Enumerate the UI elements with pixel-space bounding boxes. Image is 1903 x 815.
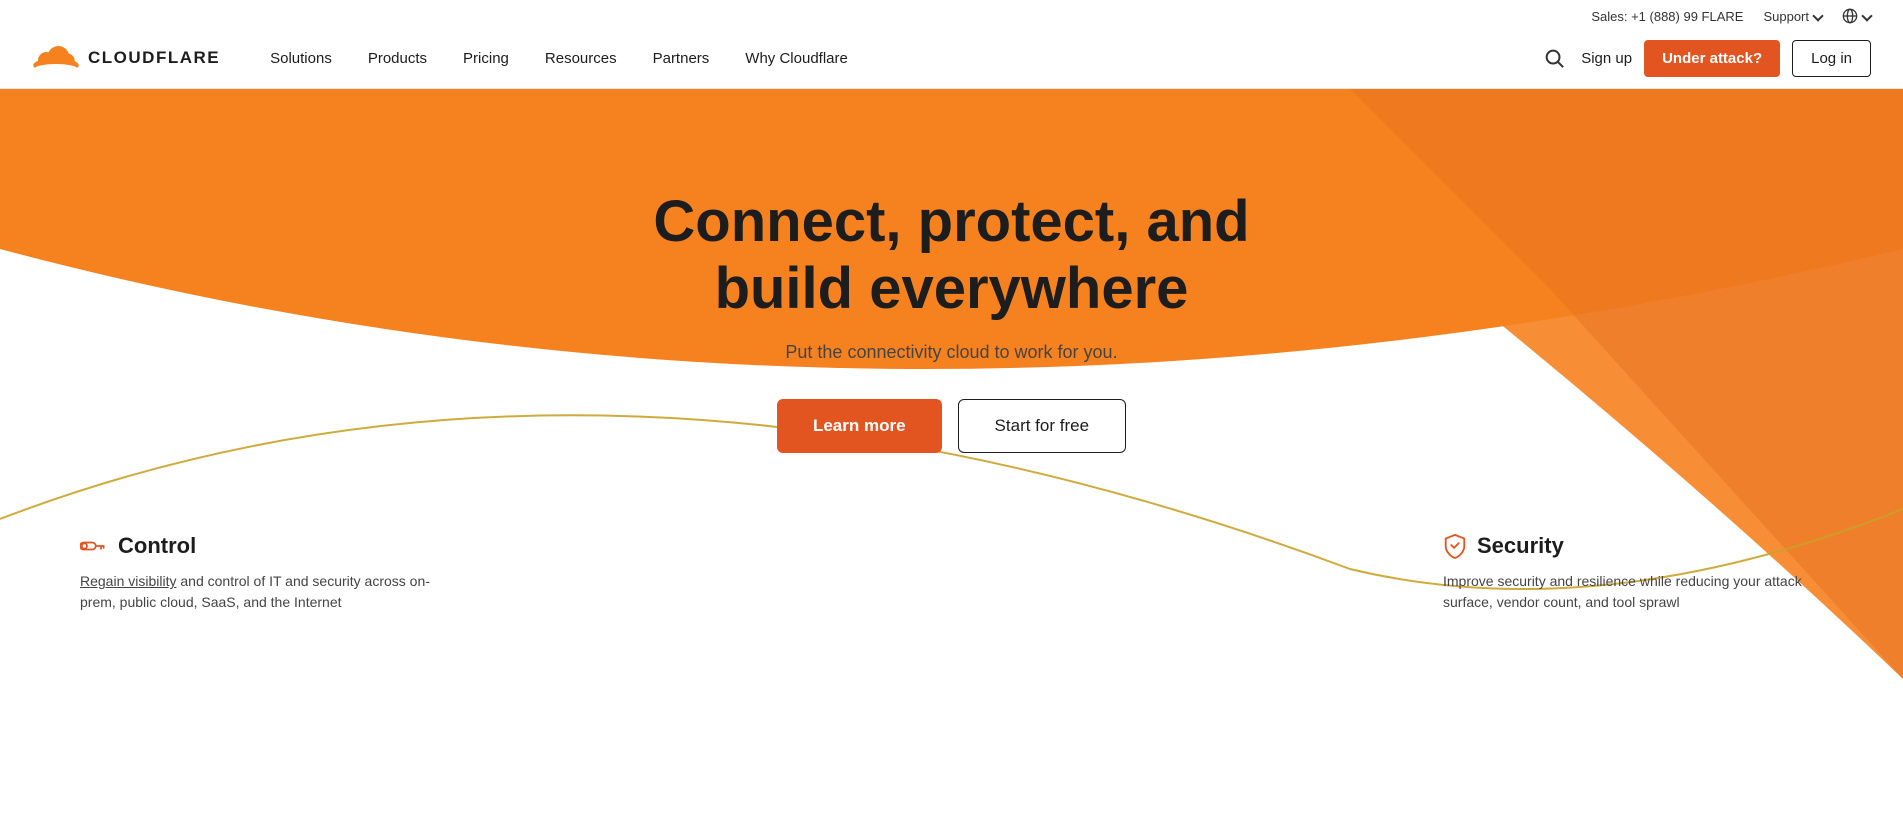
logo-text: CLOUDFLARE xyxy=(88,48,220,68)
globe-button[interactable] xyxy=(1842,8,1871,24)
support-link[interactable]: Support xyxy=(1763,9,1822,24)
start-free-button[interactable]: Start for free xyxy=(958,399,1126,453)
nav-partners[interactable]: Partners xyxy=(635,25,728,91)
control-card-title: Control xyxy=(118,533,196,559)
security-card-title: Security xyxy=(1477,533,1564,559)
under-attack-button[interactable]: Under attack? xyxy=(1644,40,1780,77)
nav-solutions[interactable]: Solutions xyxy=(252,25,350,91)
search-button[interactable] xyxy=(1539,43,1569,73)
nav-pricing[interactable]: Pricing xyxy=(445,25,527,91)
globe-icon xyxy=(1842,8,1858,24)
hero-content: Connect, protect, and build everywhere P… xyxy=(0,89,1903,513)
header-top-row: Sales: +1 (888) 99 FLARE Support xyxy=(0,0,1903,28)
header-actions: Sign up Under attack? Log in xyxy=(1539,40,1871,77)
header-main-row: CLOUDFLARE Solutions Products Pricing Re… xyxy=(0,28,1903,88)
hero-section: Connect, protect, and build everywhere P… xyxy=(0,89,1903,679)
search-icon xyxy=(1543,47,1565,69)
control-card-text-underline: Regain visibility xyxy=(80,573,176,589)
hero-buttons: Learn more Start for free xyxy=(777,399,1126,453)
hero-subtitle: Put the connectivity cloud to work for y… xyxy=(785,342,1117,363)
header: Sales: +1 (888) 99 FLARE Support xyxy=(0,0,1903,89)
nav-products[interactable]: Products xyxy=(350,25,445,91)
learn-more-button[interactable]: Learn more xyxy=(777,399,942,453)
hero-title: Connect, protect, and build everywhere xyxy=(653,189,1249,322)
security-card: Security Improve security and resilience… xyxy=(1423,533,1843,613)
support-chevron-icon xyxy=(1812,10,1823,21)
shield-icon xyxy=(1443,533,1467,559)
security-card-text: Improve security and resilience while re… xyxy=(1443,571,1823,613)
globe-chevron-icon xyxy=(1861,10,1872,21)
sales-info: Sales: +1 (888) 99 FLARE xyxy=(1591,9,1743,24)
logo-link[interactable]: CLOUDFLARE xyxy=(32,42,220,74)
control-card-text: Regain visibility and control of IT and … xyxy=(80,571,460,613)
control-card: Control Regain visibility and control of… xyxy=(60,533,480,613)
main-nav: Solutions Products Pricing Resources Par… xyxy=(252,25,866,91)
login-button[interactable]: Log in xyxy=(1792,40,1871,77)
security-card-header: Security xyxy=(1443,533,1823,559)
nav-why-cloudflare[interactable]: Why Cloudflare xyxy=(727,25,866,91)
control-card-header: Control xyxy=(80,533,460,559)
nav-resources[interactable]: Resources xyxy=(527,25,635,91)
signup-link[interactable]: Sign up xyxy=(1581,50,1632,67)
feature-cards: Control Regain visibility and control of… xyxy=(0,513,1903,613)
key-icon xyxy=(80,535,108,557)
logo-icon xyxy=(32,42,80,74)
